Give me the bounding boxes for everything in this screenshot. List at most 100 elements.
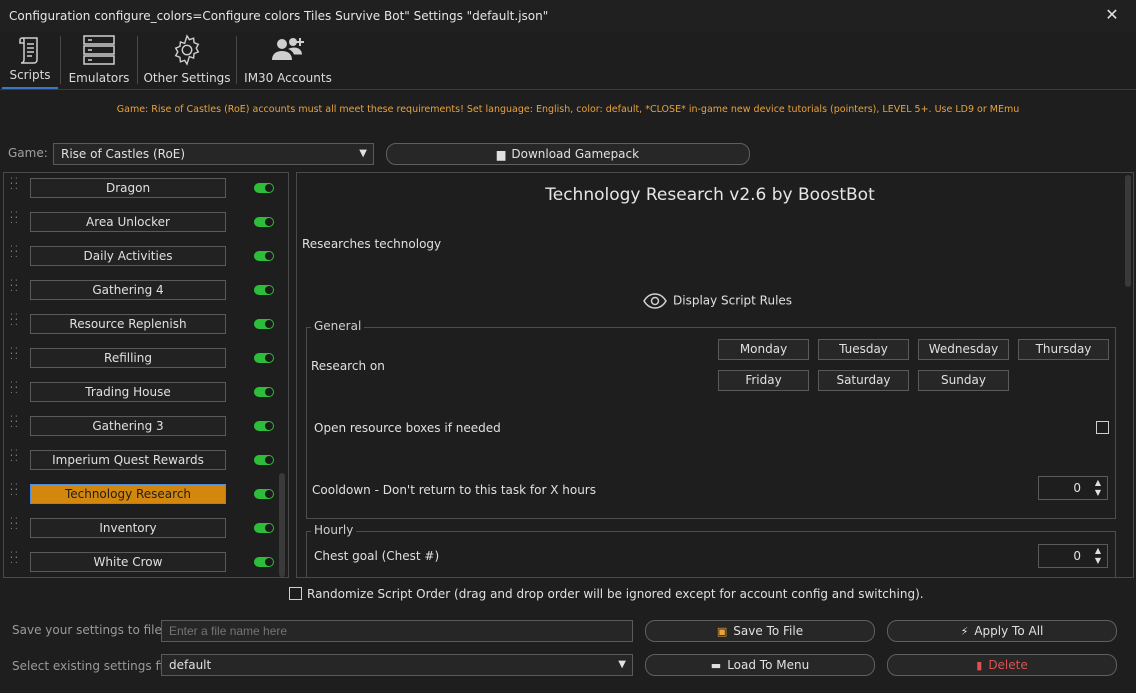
save-settings-label: Save your settings to file [12, 623, 162, 637]
script-button[interactable]: Daily Activities [30, 246, 226, 266]
script-button-selected[interactable]: Technology Research [30, 484, 226, 504]
tab-emulators[interactable]: Emulators [64, 32, 134, 90]
script-button[interactable]: Refilling [30, 348, 226, 368]
open-boxes-checkbox[interactable] [1096, 421, 1109, 434]
save-to-file-button[interactable]: ▣ Save To File [645, 620, 875, 642]
server-icon [82, 34, 116, 69]
hourly-legend: Hourly [311, 523, 357, 537]
drag-handle-icon[interactable]: ⁚⁚ ⁚⁚ [10, 484, 20, 502]
day-wednesday[interactable]: Wednesday [918, 339, 1009, 360]
tab-other-settings[interactable]: Other Settings [141, 32, 233, 90]
list-item: ⁚⁚ ⁚⁚ Gathering 3 [4, 411, 274, 445]
users-icon [270, 34, 306, 67]
script-toggle[interactable] [254, 319, 274, 329]
script-list-scrollbar[interactable] [277, 173, 287, 577]
chevron-down-icon: ▼ [618, 659, 626, 670]
script-toggle[interactable] [254, 421, 274, 431]
script-toggle[interactable] [254, 455, 274, 465]
file-name-input[interactable] [161, 620, 633, 642]
script-button[interactable]: Trading House [30, 382, 226, 402]
display-script-rules-button[interactable]: Display Script Rules [643, 293, 792, 313]
script-title: Technology Research v2.6 by BoostBot [545, 185, 875, 205]
tab-divider [137, 36, 138, 84]
list-item: ⁚⁚ ⁚⁚ Resource Replenish [4, 309, 274, 343]
apply-to-all-button[interactable]: ⚡ Apply To All [887, 620, 1117, 642]
script-button[interactable]: Imperium Quest Rewards [30, 450, 226, 470]
stepper-down-icon[interactable]: ▼ [1091, 488, 1105, 498]
load-to-menu-button[interactable]: ▬ Load To Menu [645, 654, 875, 676]
list-item: ⁚⁚ ⁚⁚ Area Unlocker [4, 207, 274, 241]
script-list: ⁚⁚ ⁚⁚ Dragon ⁚⁚ ⁚⁚ Area Unlocker ⁚⁚ ⁚⁚ Dail… [3, 172, 289, 578]
scroll-icon [16, 34, 44, 69]
stepper-up-icon[interactable]: ▲ [1091, 546, 1105, 556]
cooldown-stepper[interactable]: 0 ▲ ▼ [1038, 476, 1108, 500]
drag-handle-icon[interactable]: ⁚⁚ ⁚⁚ [10, 552, 20, 570]
drag-handle-icon[interactable]: ⁚⁚ ⁚⁚ [10, 450, 20, 468]
chest-goal-stepper[interactable]: 0 ▲ ▼ [1038, 544, 1108, 568]
script-toggle[interactable] [254, 489, 274, 499]
script-button[interactable]: Gathering 4 [30, 280, 226, 300]
drag-handle-icon[interactable]: ⁚⁚ ⁚⁚ [10, 382, 20, 400]
lightning-icon: ⚡ [960, 625, 969, 638]
requirements-banner: Game: Rise of Castles (RoE) accounts mus… [116, 104, 1020, 115]
tab-im30-accounts[interactable]: IM30 Accounts [242, 32, 334, 90]
drag-handle-icon[interactable]: ⁚⁚ ⁚⁚ [10, 280, 20, 298]
tab-divider [236, 36, 237, 84]
main-tabs: Scripts Emulators Other Settings IM30 Ac… [0, 32, 1136, 90]
drag-handle-icon[interactable]: ⁚⁚ ⁚⁚ [10, 518, 20, 536]
script-button[interactable]: Inventory [30, 518, 226, 538]
script-toggle[interactable] [254, 251, 274, 261]
list-item: ⁚⁚ ⁚⁚ Dragon [4, 173, 274, 207]
hourly-group: Hourly Chest goal (Chest #) 0 ▲ ▼ [306, 523, 1116, 577]
script-toggle[interactable] [254, 557, 274, 567]
drag-handle-icon[interactable]: ⁚⁚ ⁚⁚ [10, 314, 20, 332]
title-bar: Configuration configure_colors=Configure… [0, 0, 1136, 32]
script-toggle[interactable] [254, 523, 274, 533]
download-gamepack-button[interactable]: ▆ Download Gamepack [386, 143, 750, 165]
drag-handle-icon[interactable]: ⁚⁚ ⁚⁚ [10, 416, 20, 434]
eye-icon [643, 293, 667, 309]
general-legend: General [311, 319, 365, 333]
detail-scrollbar[interactable] [1123, 173, 1133, 577]
window-title: Configuration configure_colors=Configure… [9, 9, 549, 23]
script-toggle[interactable] [254, 183, 274, 193]
script-toggle[interactable] [254, 353, 274, 363]
randomize-checkbox[interactable] [289, 587, 302, 600]
list-item: ⁚⁚ ⁚⁚ White Crow [4, 547, 274, 577]
script-button[interactable]: Dragon [30, 178, 226, 198]
list-item: ⁚⁚ ⁚⁚ Inventory [4, 513, 274, 547]
script-toggle[interactable] [254, 387, 274, 397]
delete-button[interactable]: ▮ Delete [887, 654, 1117, 676]
drag-handle-icon[interactable]: ⁚⁚ ⁚⁚ [10, 348, 20, 366]
day-monday[interactable]: Monday [718, 339, 809, 360]
stepper-up-icon[interactable]: ▲ [1091, 478, 1105, 488]
open-boxes-label: Open resource boxes if needed [314, 421, 501, 435]
script-button[interactable]: Gathering 3 [30, 416, 226, 436]
list-item: ⁚⁚ ⁚⁚ Technology Research [4, 479, 274, 513]
script-button[interactable]: Area Unlocker [30, 212, 226, 232]
script-button[interactable]: White Crow [30, 552, 226, 572]
game-select[interactable]: Rise of Castles (RoE) ▼ [53, 143, 374, 165]
general-group: General Research on Monday Tuesday Wedne… [306, 319, 1116, 519]
research-on-label: Research on [311, 359, 385, 373]
drag-handle-icon[interactable]: ⁚⁚ ⁚⁚ [10, 212, 20, 230]
scrollbar-thumb[interactable] [279, 473, 285, 577]
script-toggle[interactable] [254, 285, 274, 295]
gear-icon [170, 34, 204, 69]
day-sunday[interactable]: Sunday [918, 370, 1009, 391]
script-toggle[interactable] [254, 217, 274, 227]
script-button[interactable]: Resource Replenish [30, 314, 226, 334]
drag-handle-icon[interactable]: ⁚⁚ ⁚⁚ [10, 246, 20, 264]
day-saturday[interactable]: Saturday [818, 370, 909, 391]
tab-scripts[interactable]: Scripts [2, 32, 58, 90]
drag-handle-icon[interactable]: ⁚⁚ ⁚⁚ [10, 178, 20, 196]
tab-underline [0, 89, 1136, 90]
settings-file-select[interactable]: default ▼ [161, 654, 633, 676]
stepper-down-icon[interactable]: ▼ [1091, 556, 1105, 566]
close-icon[interactable]: ✕ [1102, 4, 1122, 26]
day-friday[interactable]: Friday [718, 370, 809, 391]
day-tuesday[interactable]: Tuesday [818, 339, 909, 360]
game-label: Game: [8, 146, 48, 160]
day-thursday[interactable]: Thursday [1018, 339, 1109, 360]
scrollbar-thumb[interactable] [1125, 175, 1131, 287]
